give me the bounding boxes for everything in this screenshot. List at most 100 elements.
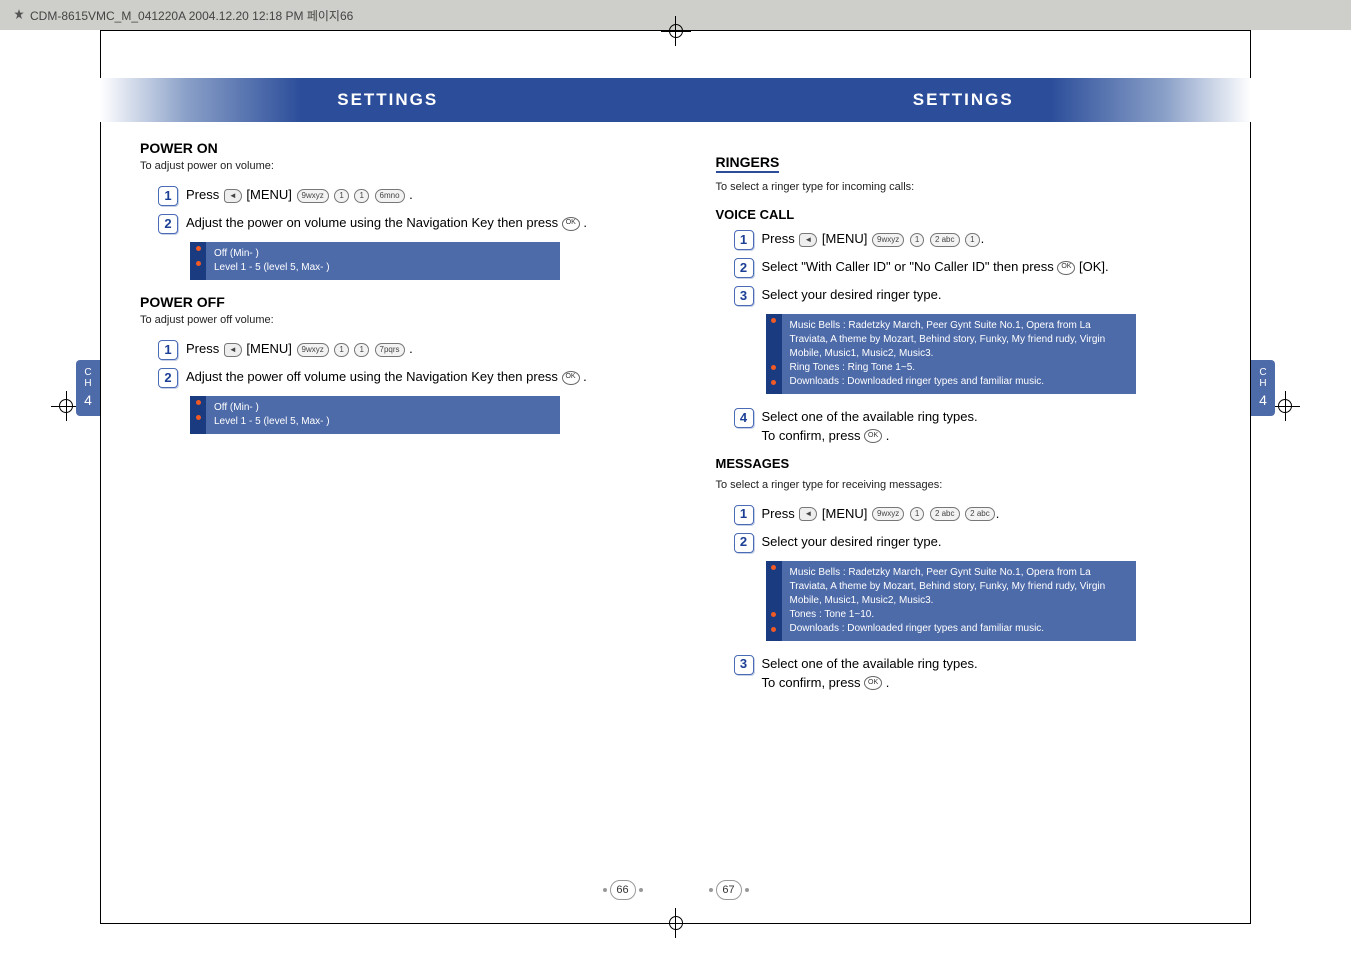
step-number-icon: 4 xyxy=(734,408,754,428)
bullet-dot-icon xyxy=(771,565,776,570)
section-heading-ringers: RINGERS xyxy=(716,154,780,173)
keypad-7-icon: 7pqrs xyxy=(375,343,405,357)
step-number-icon: 1 xyxy=(158,340,178,360)
step-number-icon: 1 xyxy=(158,186,178,206)
subsection-heading-messages: MESSAGES xyxy=(716,456,1212,471)
step-body: Press ◄ [MENU] 9wxyz 1 1 6mno . xyxy=(186,186,636,205)
step-body: Select "With Caller ID" or "No Caller ID… xyxy=(762,258,1212,277)
keypad-9-icon: 9wxyz xyxy=(297,343,329,357)
step-number-icon: 1 xyxy=(734,230,754,250)
bullet-dot-icon xyxy=(771,365,776,370)
page-title-band-left: SETTINGS xyxy=(100,78,676,122)
step-number-icon: 3 xyxy=(734,286,754,306)
keypad-1-icon: 1 xyxy=(965,233,979,247)
hand-icon xyxy=(12,8,26,22)
keypad-1-icon: 1 xyxy=(354,189,368,203)
soft-key-icon: ◄ xyxy=(224,343,242,357)
keypad-1-icon: 1 xyxy=(334,343,348,357)
step-body: Select one of the available ring types.T… xyxy=(762,655,1212,693)
ok-key-icon: OK xyxy=(1057,261,1075,275)
step-voicecall-3: 3 Select your desired ringer type. xyxy=(734,286,1212,306)
info-box-body: Music Bells : Radetzky March, Peer Gynt … xyxy=(782,314,1136,394)
keypad-2-icon: 2 abc xyxy=(930,507,960,521)
keypad-1-icon: 1 xyxy=(334,189,348,203)
info-box-poweroff: Off (Min- ) Level 1 - 5 (level 5, Max- ) xyxy=(190,396,560,434)
keypad-6-icon: 6mno xyxy=(375,189,405,203)
keypad-2-icon: 2 abc xyxy=(965,507,995,521)
section-desc-power-on: To adjust power on volume: xyxy=(140,160,636,172)
step-voicecall-2: 2 Select "With Caller ID" or "No Caller … xyxy=(734,258,1212,278)
step-number-icon: 2 xyxy=(734,533,754,553)
keypad-2-icon: 2 abc xyxy=(930,233,960,247)
soft-key-icon: ◄ xyxy=(799,507,817,521)
section-desc-power-off: To adjust power off volume: xyxy=(140,314,636,326)
section-heading-power-off: POWER OFF xyxy=(140,294,636,310)
info-box-body: Off (Min- ) Level 1 - 5 (level 5, Max- ) xyxy=(206,396,560,434)
step-body: Select your desired ringer type. xyxy=(762,533,1212,552)
page-number-right: 67 xyxy=(716,880,742,900)
info-box-poweron: Off (Min- ) Level 1 - 5 (level 5, Max- ) xyxy=(190,242,560,280)
bullet-dot-icon xyxy=(771,612,776,617)
page-right: SETTINGS C H 4 RINGERS To select a ringe… xyxy=(676,30,1252,924)
page-title-left: SETTINGS xyxy=(337,90,438,110)
file-stamp: CDM-8615VMC_M_041220A 2004.12.20 12:18 P… xyxy=(30,7,353,24)
step-voicecall-4: 4 Select one of the available ring types… xyxy=(734,408,1212,446)
bullet-dot-icon xyxy=(196,415,201,420)
step-voicecall-1: 1 Press ◄ [MENU] 9wxyz 1 2 abc 1 . xyxy=(734,230,1212,250)
keypad-9-icon: 9wxyz xyxy=(872,507,904,521)
info-box-body: Off (Min- ) Level 1 - 5 (level 5, Max- ) xyxy=(206,242,560,280)
step-body: Adjust the power on volume using the Nav… xyxy=(186,214,636,233)
info-box-side xyxy=(766,561,782,641)
step-number-icon: 2 xyxy=(158,368,178,388)
step-body: Press ◄ [MENU] 9wxyz 1 2 abc 1 . xyxy=(762,230,1212,249)
ok-key-icon: OK xyxy=(864,429,882,443)
info-box-side xyxy=(190,396,206,434)
bullet-dot-icon xyxy=(771,627,776,632)
keypad-1-icon: 1 xyxy=(354,343,368,357)
step-number-icon: 3 xyxy=(734,655,754,675)
step-messages-2: 2 Select your desired ringer type. xyxy=(734,533,1212,553)
page-number-left: 66 xyxy=(610,880,636,900)
section-desc-ringers: To select a ringer type for incoming cal… xyxy=(716,181,1212,193)
step-messages-3: 3 Select one of the available ring types… xyxy=(734,655,1212,693)
section-heading-power-on: POWER ON xyxy=(140,140,636,156)
section-desc-messages: To select a ringer type for receiving me… xyxy=(716,479,1212,491)
bullet-dot-icon xyxy=(196,246,201,251)
chapter-tab-right: C H 4 xyxy=(1251,360,1275,416)
step-body: Press ◄ [MENU] 9wxyz 1 2 abc 2 abc. xyxy=(762,505,1212,524)
page-title-band-right: SETTINGS xyxy=(676,78,1252,122)
keypad-1-icon: 1 xyxy=(910,233,924,247)
bullet-dot-icon xyxy=(196,400,201,405)
step-poweroff-1: 1 Press ◄ [MENU] 9wxyz 1 1 7pqrs . xyxy=(158,340,636,360)
ok-key-icon: OK xyxy=(562,217,580,231)
step-number-icon: 2 xyxy=(734,258,754,278)
step-number-icon: 1 xyxy=(734,505,754,525)
page-title-right: SETTINGS xyxy=(913,90,1014,110)
bullet-dot-icon xyxy=(196,261,201,266)
chapter-tab-left: C H 4 xyxy=(76,360,100,416)
step-poweron-1: 1 Press ◄ [MENU] 9wxyz 1 1 6mno . xyxy=(158,186,636,206)
step-messages-1: 1 Press ◄ [MENU] 9wxyz 1 2 abc 2 abc. xyxy=(734,505,1212,525)
bullet-dot-icon xyxy=(771,380,776,385)
subsection-heading-voicecall: VOICE CALL xyxy=(716,207,1212,222)
ok-key-icon: OK xyxy=(562,371,580,385)
ok-key-icon: OK xyxy=(864,676,882,690)
step-poweron-2: 2 Adjust the power on volume using the N… xyxy=(158,214,636,234)
keypad-9-icon: 9wxyz xyxy=(872,233,904,247)
page-left: SETTINGS C H 4 POWER ON To adjust power … xyxy=(100,30,676,924)
step-body: Select your desired ringer type. xyxy=(762,286,1212,305)
soft-key-icon: ◄ xyxy=(799,233,817,247)
keypad-9-icon: 9wxyz xyxy=(297,189,329,203)
info-box-messages: Music Bells : Radetzky March, Peer Gynt … xyxy=(766,561,1136,641)
step-body: Press ◄ [MENU] 9wxyz 1 1 7pqrs . xyxy=(186,340,636,359)
bullet-dot-icon xyxy=(771,318,776,323)
info-box-body: Music Bells : Radetzky March, Peer Gynt … xyxy=(782,561,1136,641)
info-box-voicecall: Music Bells : Radetzky March, Peer Gynt … xyxy=(766,314,1136,394)
info-box-side xyxy=(190,242,206,280)
step-poweroff-2: 2 Adjust the power off volume using the … xyxy=(158,368,636,388)
step-body: Adjust the power off volume using the Na… xyxy=(186,368,636,387)
info-box-side xyxy=(766,314,782,394)
step-number-icon: 2 xyxy=(158,214,178,234)
step-body: Select one of the available ring types.T… xyxy=(762,408,1212,446)
keypad-1-icon: 1 xyxy=(910,507,924,521)
